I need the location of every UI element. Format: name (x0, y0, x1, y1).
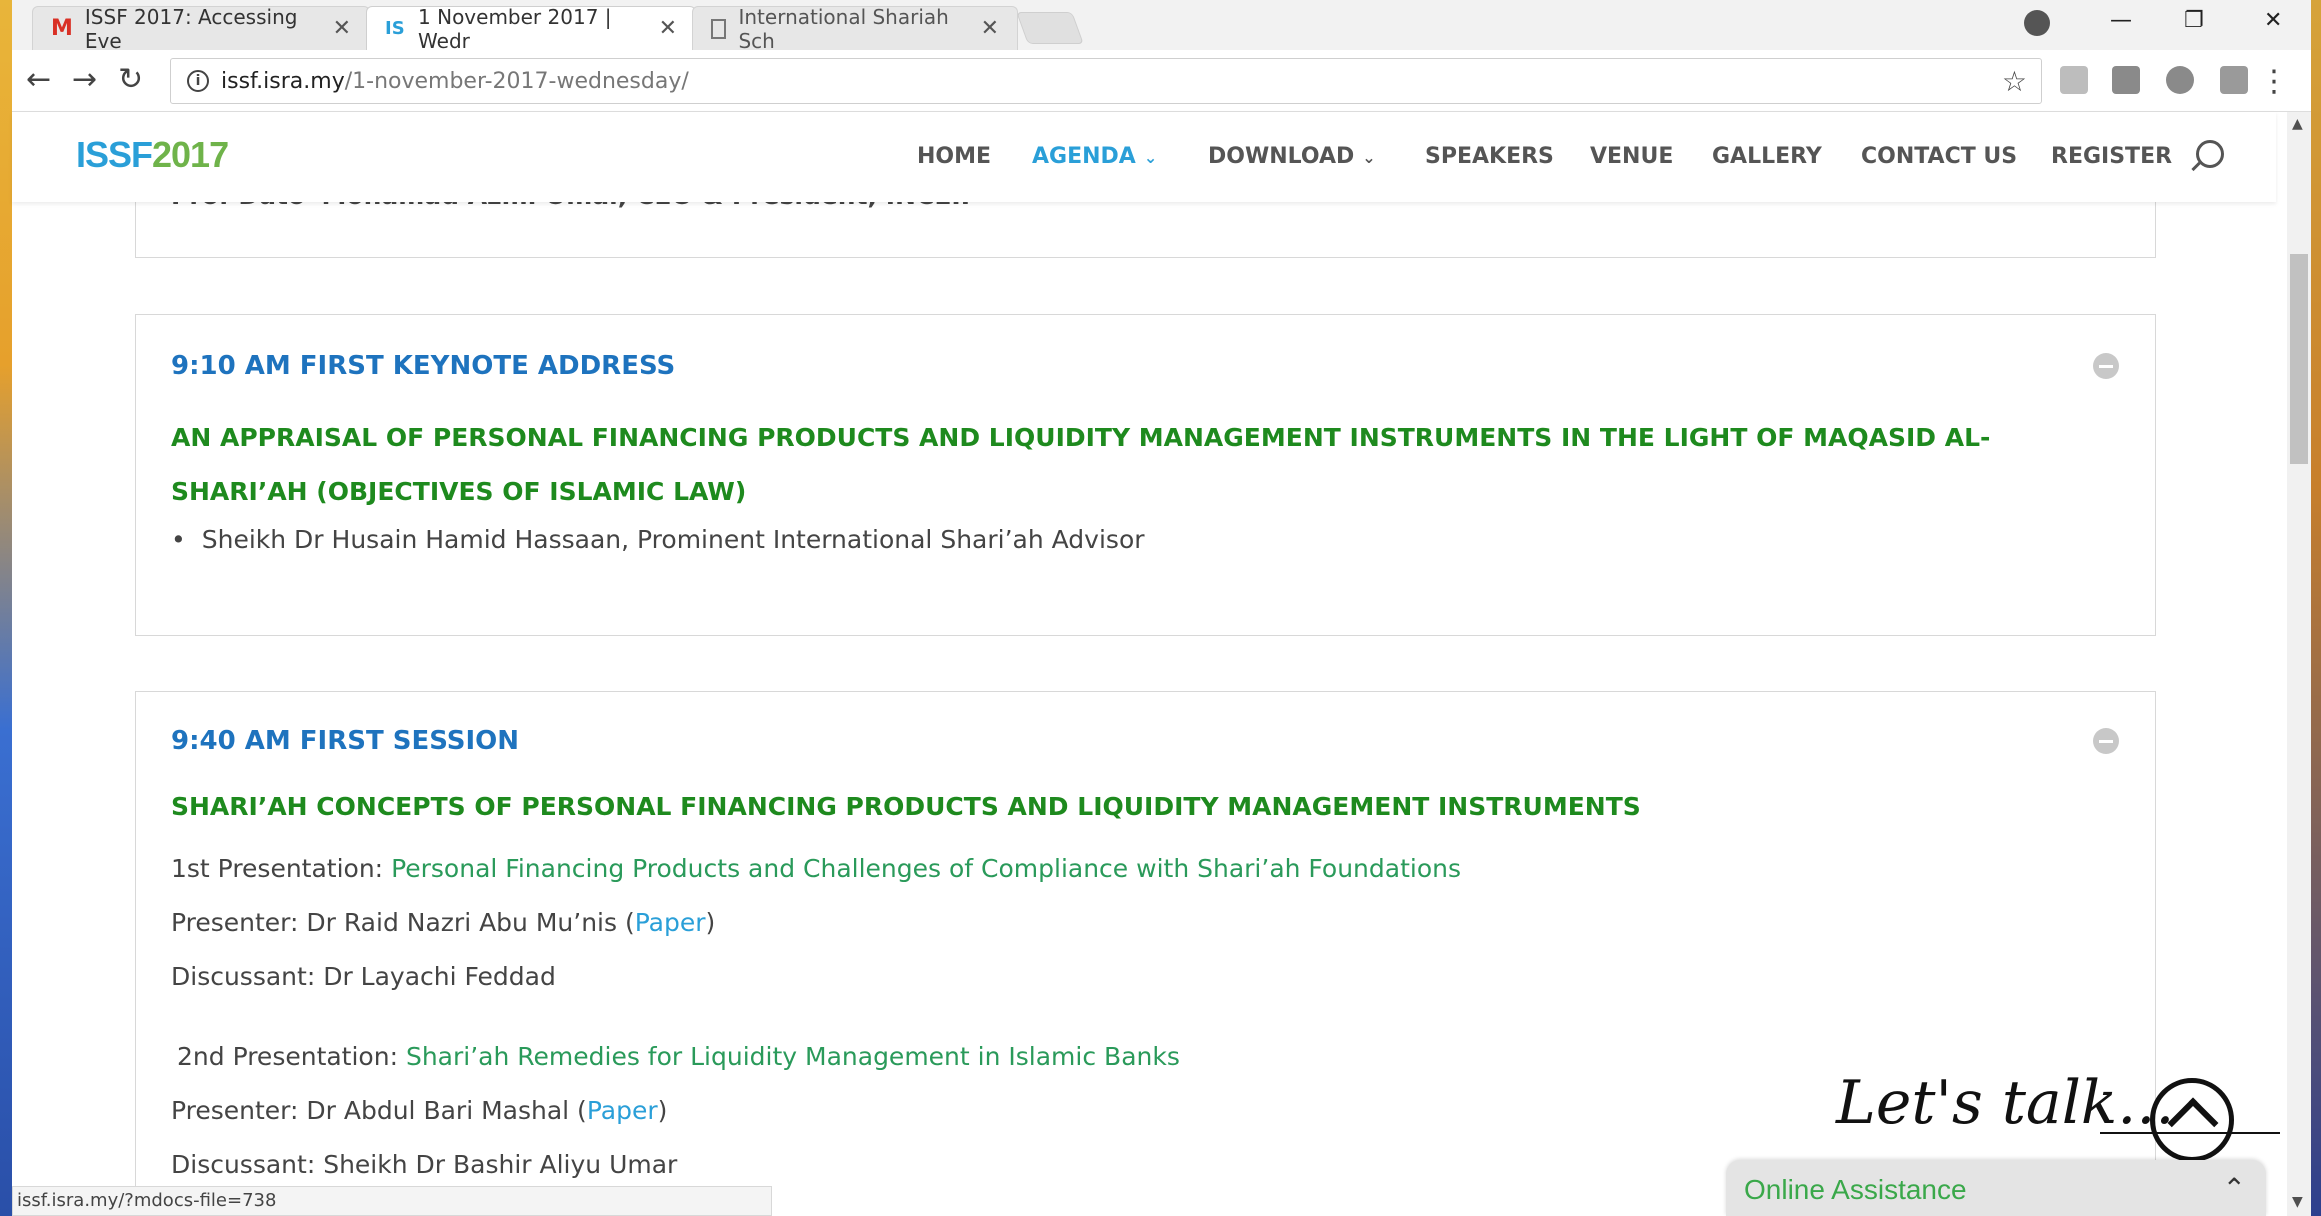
agenda-card-keynote: 9:10 AM FIRST KEYNOTE ADDRESS AN APPRAIS… (135, 314, 2156, 636)
nav-download[interactable]: DOWNLOAD ⌄ (1208, 144, 1376, 169)
presentation-1: 1st Presentation: Personal Financing Pro… (171, 854, 1461, 883)
logo-text-year: 2017 (152, 134, 229, 175)
keynote-time[interactable]: 9:10 AM FIRST KEYNOTE ADDRESS (171, 351, 675, 381)
close-tab-icon[interactable]: ✕ (333, 16, 351, 41)
close-window-icon[interactable]: ✕ (2264, 8, 2282, 33)
online-assistance-label: Online Assistance (1744, 1174, 1967, 1205)
tab-title: International Shariah Sch (738, 4, 949, 53)
collapse-icon[interactable] (2093, 353, 2119, 379)
url-path: /1-november-2017-wednesday/ (344, 68, 689, 94)
browser-menu-icon[interactable]: ⋮ (2259, 64, 2289, 99)
logo-text-issf: ISSF (76, 134, 153, 175)
nav-agenda[interactable]: AGENDA ⌄ (1032, 144, 1157, 169)
tab-agenda[interactable]: IS 1 November 2017 | Wedr ✕ (366, 4, 696, 53)
collapse-icon[interactable] (2093, 728, 2119, 754)
presentation-label: 2nd Presentation: (177, 1042, 406, 1071)
presentation-1-title[interactable]: Personal Financing Products and Challeng… (391, 854, 1461, 883)
back-arrow-icon[interactable]: ← (26, 62, 51, 97)
discussant-2: Discussant: Sheikh Dr Bashir Aliyu Umar (171, 1150, 678, 1179)
scroll-to-top-button[interactable] (2150, 1078, 2234, 1162)
lets-talk-text[interactable]: Let's talk... (1836, 1068, 2174, 1138)
page-icon (711, 18, 727, 39)
nav-gallery[interactable]: GALLERY (1712, 144, 1822, 169)
desktop-background-left (0, 0, 12, 1216)
search-icon[interactable] (2196, 140, 2224, 168)
discussant-1: Discussant: Dr Layachi Feddad (171, 962, 556, 991)
profile-icon[interactable] (2024, 10, 2050, 36)
tab-title: ISSF 2017: Accessing Eve (84, 4, 298, 53)
site-logo[interactable]: ISSF2017 (76, 134, 229, 176)
presentation-2: 2nd Presentation: Shari’ah Remedies for … (177, 1042, 1180, 1071)
keynote-title: AN APPRAISAL OF PERSONAL FINANCING PRODU… (171, 423, 1991, 506)
nav-register[interactable]: REGISTER (2051, 144, 2172, 169)
browser-tab-bar: M ISSF 2017: Accessing Eve ✕ IS 1 Novemb… (12, 0, 2311, 53)
desktop-background-right (2311, 0, 2321, 1216)
nav-contact-us[interactable]: CONTACT US (1861, 144, 2017, 169)
pocket-extension-icon[interactable] (2112, 66, 2140, 94)
paper-link[interactable]: Paper (635, 908, 706, 937)
page-scrollbar[interactable]: ▲ ▼ (2287, 112, 2311, 1216)
nav-venue[interactable]: VENUE (1590, 144, 1673, 169)
camera-extension-icon[interactable] (2220, 66, 2248, 94)
browser-toolbar: ← → ↻ i issf.isra.my /1-november-2017-we… (12, 50, 2311, 112)
extension-icon[interactable] (2060, 66, 2088, 94)
tab-title: 1 November 2017 | Wedr (418, 4, 612, 53)
presenter-text: Presenter: Dr Raid Nazri Abu Mu’nis ( (171, 908, 635, 937)
site-header: ISSF2017 HOME AGENDA ⌄ DOWNLOAD ⌄ SPEAKERS… (12, 112, 2276, 202)
chevron-down-icon: ⌄ (1143, 148, 1158, 167)
wordpress-extension-icon[interactable] (2166, 66, 2194, 94)
bookmark-star-icon[interactable]: ☆ (2002, 65, 2027, 98)
presenter-text: Presenter: Dr Abdul Bari Mashal ( (171, 1096, 587, 1125)
nav-home[interactable]: HOME (917, 144, 991, 169)
browser-status-bar: issf.isra.my/?mdocs-file=738 (12, 1186, 772, 1216)
gmail-icon: M (51, 15, 73, 41)
presenter-2: Presenter: Dr Abdul Bari Mashal (Paper) (171, 1096, 667, 1125)
paren-close: ) (705, 908, 716, 937)
restore-icon[interactable]: ❐ (2184, 8, 2204, 33)
chevron-down-icon: ⌄ (1362, 148, 1376, 167)
nav-speakers[interactable]: SPEAKERS (1425, 144, 1554, 169)
tab-international-shariah[interactable]: International Shariah Sch ✕ (692, 4, 1018, 53)
address-bar[interactable]: i issf.isra.my /1-november-2017-wednesda… (170, 58, 2042, 104)
scrollbar-thumb[interactable] (2290, 254, 2308, 464)
new-tab-button[interactable] (1016, 12, 1084, 44)
url-domain: issf.isra.my (221, 68, 345, 94)
online-assistance-bar[interactable]: Online Assistance ⌃ (1726, 1160, 2266, 1216)
presenter-1: Presenter: Dr Raid Nazri Abu Mu’nis (Pap… (171, 908, 715, 937)
paper-link[interactable]: Paper (587, 1096, 658, 1125)
nav-agenda-label: AGENDA (1032, 144, 1136, 169)
presentation-2-title[interactable]: Shari’ah Remedies for Liquidity Manageme… (406, 1042, 1180, 1071)
paren-close: ) (657, 1096, 668, 1125)
info-icon[interactable]: i (187, 70, 209, 92)
reload-icon[interactable]: ↻ (118, 62, 143, 97)
tab-gmail[interactable]: M ISSF 2017: Accessing Eve ✕ (32, 4, 370, 53)
scroll-up-arrow-icon[interactable]: ▲ (2292, 116, 2303, 132)
forward-arrow-icon[interactable]: → (72, 62, 97, 97)
scroll-down-arrow-icon[interactable]: ▼ (2292, 1194, 2303, 1210)
close-tab-icon[interactable]: ✕ (981, 16, 999, 41)
presentation-label: 1st Presentation: (171, 854, 392, 883)
nav-download-label: DOWNLOAD (1208, 144, 1355, 169)
minimize-icon[interactable]: — (2110, 8, 2132, 33)
close-tab-icon[interactable]: ✕ (659, 16, 677, 41)
session-title: SHARI’AH CONCEPTS OF PERSONAL FINANCING … (171, 792, 1641, 821)
isra-icon: IS (385, 17, 405, 39)
keynote-speaker: Sheikh Dr Husain Hamid Hassaan, Prominen… (171, 525, 1145, 554)
session-time[interactable]: 9:40 AM FIRST SESSION (171, 726, 519, 756)
chevron-up-icon[interactable]: ⌃ (2223, 1172, 2246, 1205)
